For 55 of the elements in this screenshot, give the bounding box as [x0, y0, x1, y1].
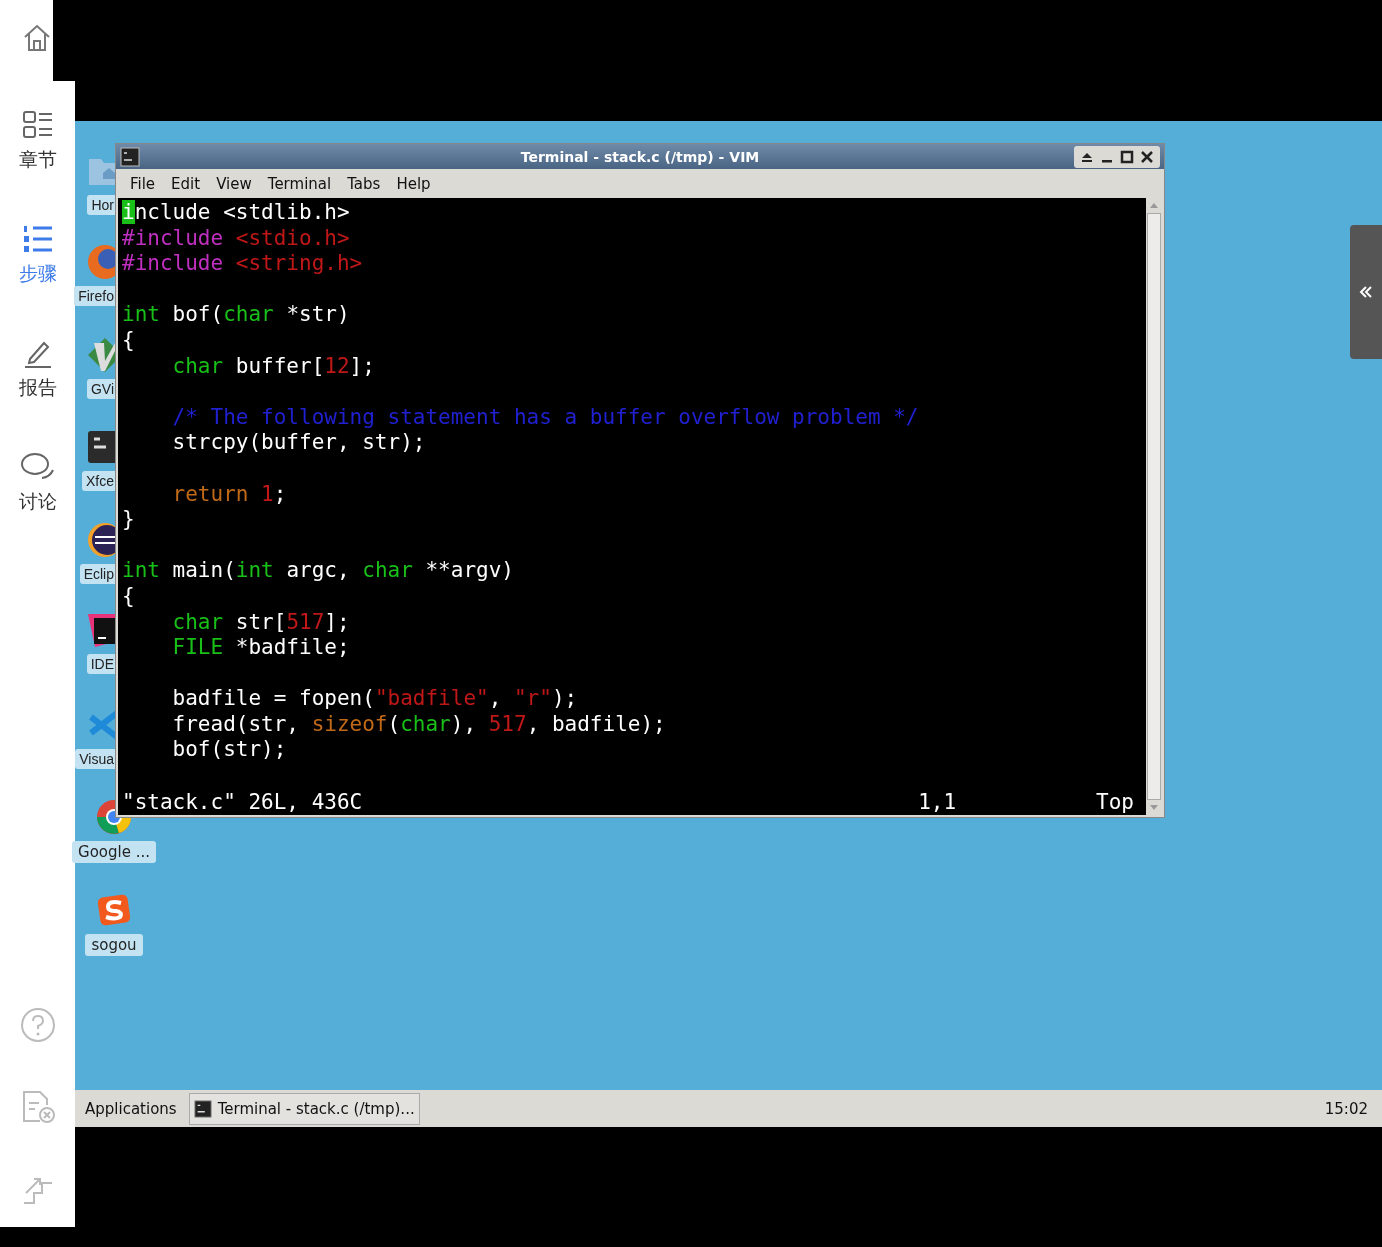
- code-line: return 1;: [171, 481, 288, 508]
- scroll-position: Top: [1096, 789, 1134, 815]
- menu-item[interactable]: Tabs: [347, 174, 381, 193]
- menu-item[interactable]: Help: [396, 174, 431, 193]
- desktop-icon-label[interactable]: sogou: [85, 934, 143, 956]
- terminal-icon[interactable]: [120, 146, 140, 167]
- help-icon[interactable]: [19, 1007, 56, 1043]
- code-line: int bof(char *str): [122, 302, 351, 328]
- code-line: #include <string.h>: [122, 251, 364, 277]
- double-chevron-left-icon: [1359, 285, 1373, 299]
- code-line: {: [122, 327, 136, 354]
- desktop-icon-label[interactable]: Hor: [87, 195, 115, 215]
- desktop-icon-label[interactable]: IDE: [86, 654, 115, 674]
- code-line: fread(str, sizeof(char), 517, badfile);: [171, 711, 667, 738]
- desktop-icon-label[interactable]: Firefo: [74, 286, 115, 306]
- code-line: bof(str);: [171, 737, 288, 764]
- code-line: include <stdlib.h>: [122, 200, 351, 226]
- clock: 15:02: [1324, 1099, 1368, 1118]
- sidebar-item[interactable]: 步骤: [0, 195, 75, 309]
- maximize-icon[interactable]: [1120, 149, 1134, 164]
- menu-item[interactable]: File: [130, 174, 156, 193]
- sidebar-item[interactable]: 章节: [0, 81, 75, 195]
- code-line: {: [122, 583, 136, 610]
- list-icon: [21, 109, 54, 141]
- close-icon[interactable]: [1140, 149, 1154, 164]
- menu-item[interactable]: Terminal: [267, 174, 332, 193]
- code-line: }: [122, 507, 136, 533]
- sidebar-item[interactable]: 报告: [0, 309, 75, 423]
- code-line: FILE *badfile;: [171, 635, 351, 661]
- code-line: strcpy(buffer, str);: [171, 430, 427, 456]
- code-line: /* The following statement has a buffer overflow problem */: [171, 404, 920, 431]
- desktop-icon-label[interactable]: Xfce: [82, 471, 115, 491]
- sidebar-item[interactable]: 讨论: [0, 423, 75, 537]
- numbered-list-icon: [21, 223, 54, 255]
- code-line: char str[517];: [171, 609, 351, 636]
- terminal-icon: [193, 1099, 212, 1118]
- scroll-up-icon[interactable]: [1149, 201, 1159, 209]
- taskbar-task[interactable]: Terminal - stack.c (/tmp)...: [188, 1092, 420, 1125]
- code-line: char buffer[12];: [171, 353, 376, 380]
- scrollbar[interactable]: [1146, 198, 1162, 815]
- menu-item[interactable]: Edit: [171, 174, 201, 193]
- code-line: int main(int argc, char **argv): [122, 558, 515, 584]
- window-title: Terminal - stack.c (/tmp) - VIM: [520, 148, 760, 165]
- scroll-down-icon[interactable]: [1149, 804, 1159, 812]
- cursor-position: 1,1: [918, 789, 957, 815]
- code-line: badfile = fopen("badfile", "r");: [171, 686, 579, 712]
- desktop-icon-label[interactable]: Eclip: [79, 564, 115, 584]
- code-line: #include <stdio.h>: [122, 225, 351, 252]
- desktop-icon-label[interactable]: Visua: [75, 749, 115, 769]
- desktop-icon-label[interactable]: Google ...: [72, 841, 156, 863]
- menu-item[interactable]: View: [216, 174, 252, 193]
- file-info: "stack.c" 26L, 436C: [122, 789, 363, 815]
- applications-menu[interactable]: Applications: [81, 1095, 181, 1122]
- desktop-icon-label[interactable]: GVi: [86, 379, 115, 399]
- home-icon[interactable]: [22, 22, 52, 54]
